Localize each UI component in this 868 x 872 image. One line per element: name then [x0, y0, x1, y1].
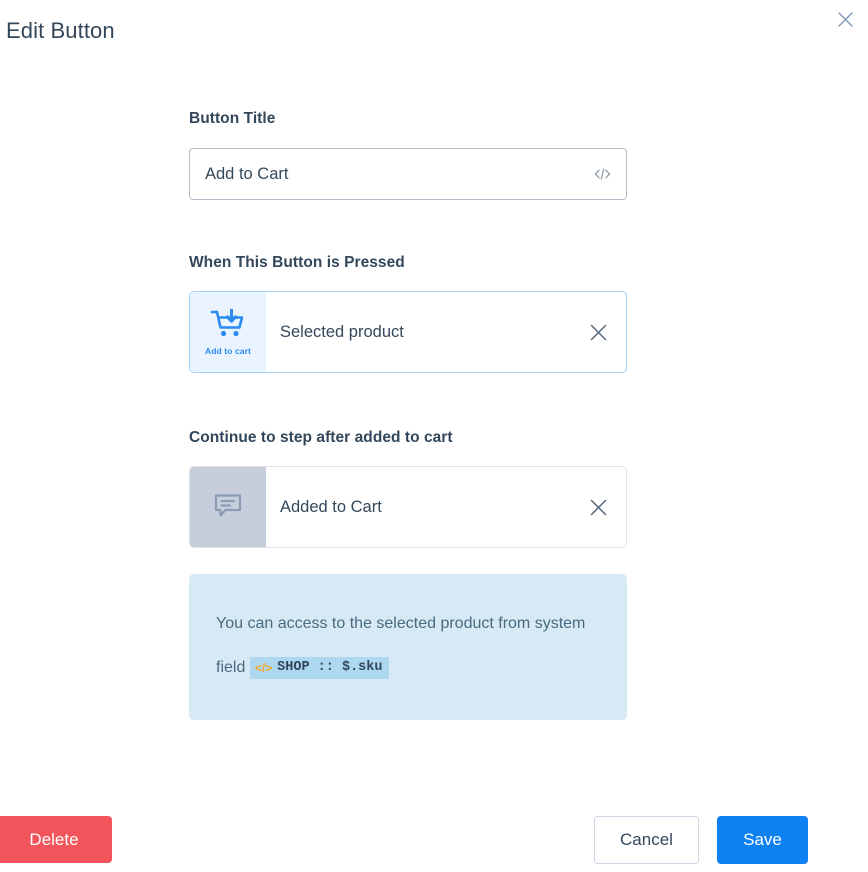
- remove-added-to-cart-button[interactable]: [570, 467, 626, 547]
- system-field-token[interactable]: </> SHOP :: $.sku: [250, 657, 389, 679]
- button-title-field-group: Button Title: [189, 108, 627, 200]
- code-icon: </>: [255, 659, 272, 677]
- page-title: Edit Button: [6, 16, 115, 46]
- system-field-token-text: SHOP :: $.sku: [277, 659, 382, 677]
- delete-button[interactable]: Delete: [0, 816, 112, 863]
- save-button[interactable]: Save: [717, 816, 808, 864]
- close-icon: [589, 498, 608, 517]
- close-icon: [837, 11, 854, 28]
- message-thumb: [190, 467, 266, 547]
- remove-selected-product-button[interactable]: [570, 292, 626, 372]
- continue-section: Continue to step after added to cart Add…: [189, 427, 627, 548]
- button-title-input[interactable]: [205, 149, 592, 199]
- selected-product-label: Selected product: [266, 292, 570, 372]
- added-to-cart-label: Added to Cart: [266, 467, 570, 547]
- button-title-label: Button Title: [189, 108, 627, 130]
- system-field-info-note: You can access to the selected product f…: [189, 574, 627, 720]
- cancel-button[interactable]: Cancel: [594, 816, 699, 864]
- continue-section-label: Continue to step after added to cart: [189, 427, 627, 449]
- pressed-section-label: When This Button is Pressed: [189, 252, 627, 274]
- button-title-input-wrapper[interactable]: [189, 148, 627, 200]
- close-dialog-button[interactable]: [832, 6, 858, 32]
- selected-product-card[interactable]: Add to cart Selected product: [189, 291, 627, 373]
- code-icon[interactable]: [592, 164, 612, 184]
- pressed-section: When This Button is Pressed Add to cart …: [189, 252, 627, 373]
- add-to-cart-icon: [209, 309, 247, 344]
- dialog-footer: Delete Cancel Save: [0, 800, 868, 872]
- add-to-cart-thumb: Add to cart: [190, 292, 266, 372]
- added-to-cart-card[interactable]: Added to Cart: [189, 466, 627, 548]
- edit-button-form: Button Title When This Button is Pressed: [189, 108, 627, 720]
- add-to-cart-caption: Add to cart: [205, 346, 251, 356]
- message-bubble-icon: [211, 488, 245, 527]
- close-icon: [589, 323, 608, 342]
